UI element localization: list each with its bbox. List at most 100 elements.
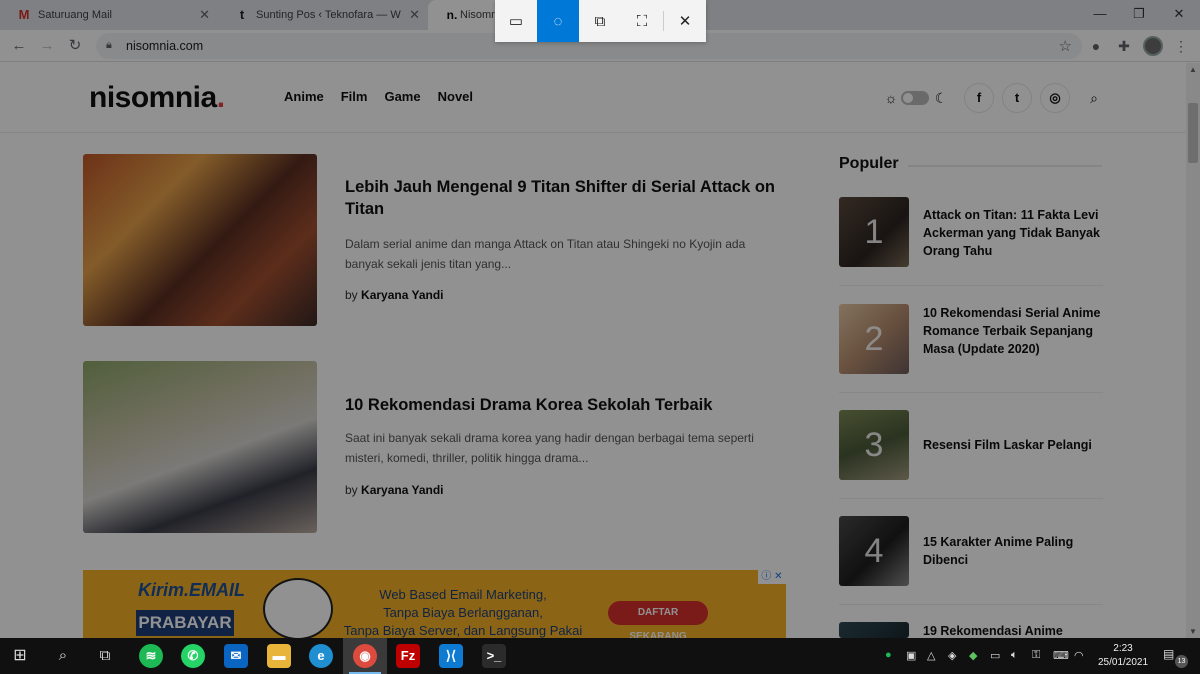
lock-icon: 🔒︎ xyxy=(106,39,112,51)
minimize-icon[interactable]: — xyxy=(1085,4,1115,24)
author-name[interactable]: Karyana Yandi xyxy=(361,483,444,497)
article-title[interactable]: 10 Rekomendasi Drama Korea Sekolah Terba… xyxy=(345,394,775,416)
article-thumbnail[interactable] xyxy=(83,154,317,326)
popular-title[interactable]: Attack on Titan: 11 Fakta Levi Ackerman … xyxy=(923,206,1103,260)
nav-item-game[interactable]: Game xyxy=(384,89,420,104)
reload-icon[interactable]: ↻ xyxy=(65,36,85,56)
volume-icon[interactable]: 🔈︎ xyxy=(1011,649,1018,662)
taskbar-filezilla[interactable]: Fz xyxy=(386,638,430,674)
task-view-icon[interactable]: ⧉ xyxy=(93,644,117,668)
divider xyxy=(839,604,1103,605)
scroll-down-icon[interactable]: ▼ xyxy=(1188,627,1198,636)
article-title[interactable]: Lebih Jauh Mengenal 9 Titan Shifter di S… xyxy=(345,176,775,220)
article-excerpt: Saat ini banyak sekali drama korea yang … xyxy=(345,431,754,465)
popular-title[interactable]: 10 Rekomendasi Serial Anime Romance Terb… xyxy=(923,304,1103,358)
popular-title[interactable]: 19 Rekomendasi Anime xyxy=(923,622,1103,638)
fullscreen-snip-button[interactable]: ⛶ xyxy=(621,0,663,42)
spotify-tray-icon[interactable]: ● xyxy=(885,649,892,661)
tumblr-icon: t xyxy=(239,7,245,22)
display-tray-icon[interactable]: ▭ xyxy=(990,649,1000,662)
ad-badge: PRABAYAR xyxy=(136,610,234,636)
popular-title[interactable]: Resensi Film Laskar Pelangi xyxy=(923,436,1103,454)
close-tab-icon[interactable]: ✕ xyxy=(409,7,420,23)
tab-sunting-pos[interactable]: t Sunting Pos ‹ Teknofara — Word ✕ xyxy=(218,0,428,30)
sidebar-title: Populer xyxy=(839,155,899,172)
tray-app-icon[interactable]: ◈ xyxy=(948,649,956,662)
taskbar-terminal[interactable]: >_ xyxy=(472,638,516,674)
popular-title[interactable]: 15 Karakter Anime Paling Dibenci xyxy=(923,533,1103,569)
ad-close-icon[interactable]: ⓘ ✕ xyxy=(758,570,786,584)
window-close-icon[interactable]: ✕ xyxy=(1164,4,1194,24)
popular-item[interactable]: 1 Attack on Titan: 11 Fakta Levi Ackerma… xyxy=(839,197,1103,297)
forward-arrow-icon[interactable]: → xyxy=(37,36,57,56)
ad-line: Tanpa Biaya Server, dan Langsung Pakai xyxy=(343,623,583,638)
site-logo[interactable]: nisomnia. xyxy=(89,81,225,115)
windows-taskbar: ⊞ ⌕ ⧉ ≋ ✆ ✉ ▬ e ◉ Fz ⟩⟨ >_ ● ▣ △ ◈ ◆ ▭ 🔈… xyxy=(0,638,1200,674)
article-thumbnail[interactable] xyxy=(83,361,317,533)
bookmark-star-icon[interactable]: ☆ xyxy=(1059,37,1072,55)
article-card: Lebih Jauh Mengenal 9 Titan Shifter di S… xyxy=(83,154,788,326)
taskbar-mail[interactable]: ✉ xyxy=(214,638,258,674)
taskbar-file-explorer[interactable]: ▬ xyxy=(257,638,301,674)
taskbar-edge[interactable]: e xyxy=(299,638,343,674)
taskbar-clock[interactable]: 2:23 25/01/2021 xyxy=(1098,642,1148,670)
fullscreen-snip-icon: ⛶ xyxy=(636,12,648,30)
maximize-icon[interactable]: ❐ xyxy=(1124,4,1154,24)
edge-icon: e xyxy=(309,644,333,668)
popular-item[interactable]: 3 Resensi Film Laskar Pelangi xyxy=(839,410,1103,510)
taskbar-vscode[interactable]: ⟩⟨ xyxy=(429,638,473,674)
nav-item-novel[interactable]: Novel xyxy=(438,89,473,104)
page-scrollbar[interactable]: ▲ ▼ xyxy=(1186,63,1200,638)
close-snip-button[interactable]: ✕ xyxy=(664,0,706,42)
rectangular-snip-button[interactable]: ▭ xyxy=(495,0,537,42)
by-label: by xyxy=(345,288,358,302)
window-snip-button[interactable]: ⧉ xyxy=(579,0,621,42)
profile-avatar[interactable] xyxy=(1143,36,1163,56)
web-page: nisomnia. Anime Film Game Novel ☼ ☾ f t … xyxy=(0,63,1186,638)
back-arrow-icon[interactable]: ← xyxy=(9,36,29,56)
divider xyxy=(839,392,1103,393)
popular-item[interactable]: 4 15 Karakter Anime Paling Dibenci xyxy=(839,516,1103,616)
folder-icon: ▬ xyxy=(267,644,291,668)
author-name[interactable]: Karyana Yandi xyxy=(361,288,444,302)
instagram-icon[interactable]: ◎ xyxy=(1040,83,1070,113)
windows-start-icon[interactable]: ⊞ xyxy=(8,644,32,668)
nav-item-film[interactable]: Film xyxy=(341,89,368,104)
puzzle-extensions-icon[interactable]: ✚ xyxy=(1115,37,1133,55)
facebook-icon[interactable]: f xyxy=(964,83,994,113)
popular-item[interactable]: 19 Rekomendasi Anime xyxy=(839,622,1103,638)
drive-tray-icon[interactable]: △ xyxy=(927,649,935,662)
popular-thumbnail[interactable] xyxy=(839,622,909,638)
dark-mode-toggle[interactable] xyxy=(901,91,929,105)
tray-app-icon[interactable]: ◆ xyxy=(969,649,977,662)
wifi-icon[interactable]: ◠ xyxy=(1074,649,1084,662)
search-icon[interactable]: ⌕ xyxy=(51,644,75,668)
popular-item[interactable]: 2 10 Rekomendasi Serial Anime Romance Te… xyxy=(839,304,1103,404)
taskbar-spotify[interactable]: ≋ xyxy=(129,638,173,674)
sidebar-title-rule xyxy=(908,165,1102,167)
tray-app-icon[interactable]: ▣ xyxy=(906,649,916,662)
search-icon[interactable]: ⌕ xyxy=(1083,87,1105,109)
taskbar-whatsapp[interactable]: ✆ xyxy=(171,638,215,674)
vscode-icon: ⟩⟨ xyxy=(439,644,463,668)
logo-dot: . xyxy=(216,81,225,114)
twitter-icon[interactable]: t xyxy=(1002,83,1032,113)
moon-icon: ☾ xyxy=(934,90,948,106)
scroll-up-icon[interactable]: ▲ xyxy=(1188,65,1198,74)
close-tab-icon[interactable]: ✕ xyxy=(199,7,210,23)
extension-icon[interactable]: ● xyxy=(1087,37,1105,55)
tab-saturuang-mail[interactable]: M Saturuang Mail ✕ xyxy=(0,0,218,30)
nav-item-anime[interactable]: Anime xyxy=(284,89,324,104)
popular-rank: 2 xyxy=(864,320,884,358)
taskbar-chrome[interactable]: ◉ xyxy=(343,638,387,674)
freeform-snip-button[interactable]: ◌ xyxy=(537,0,579,42)
ad-banner[interactable]: Kirim.EMAIL PRABAYAR Web Based Email Mar… xyxy=(83,570,786,638)
notification-center-icon[interactable]: ▤ 13 xyxy=(1163,647,1188,668)
network-lock-icon[interactable]: ⚿ xyxy=(1032,649,1040,662)
more-menu-icon[interactable]: ⋮ xyxy=(1172,37,1190,55)
keyboard-icon[interactable]: ⌨ xyxy=(1053,649,1069,662)
address-url[interactable]: nisomnia.com xyxy=(126,39,203,53)
scrollbar-thumb[interactable] xyxy=(1188,103,1198,163)
terminal-icon: >_ xyxy=(482,644,506,668)
ad-cta-button[interactable]: DAFTAR SEKARANG xyxy=(608,601,708,638)
